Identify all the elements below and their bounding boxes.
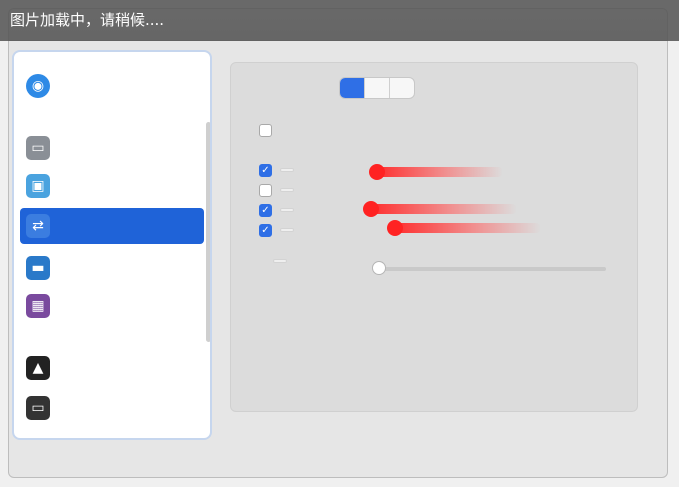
checkbox-4[interactable]: ✓ <box>259 223 272 237</box>
sidebar-footer <box>28 448 218 462</box>
network-icon: ⇄ <box>26 214 50 238</box>
checkbox-row-0[interactable] <box>259 121 280 139</box>
arrow-head-icon <box>387 220 403 236</box>
loading-banner: 图片加载中，请稍候.... <box>0 0 679 41</box>
sidebar-item-0[interactable]: ◉ <box>20 68 204 104</box>
slider-knob[interactable] <box>372 261 386 275</box>
sidebar-item-5[interactable]: ▦ <box>20 288 204 324</box>
annotation-arrow-1 <box>369 164 503 180</box>
device-icon: ▭ <box>26 396 50 420</box>
checkbox-label-2 <box>280 188 294 192</box>
tab-0[interactable] <box>340 78 365 98</box>
user-icon: ▲ <box>26 356 50 380</box>
annotation-arrow-2 <box>363 201 517 217</box>
slider-label <box>273 259 287 263</box>
sidebar-item-1[interactable]: ▭ <box>20 130 204 166</box>
arrow-head-icon <box>363 201 379 217</box>
checkbox-row-4[interactable]: ✓ <box>259 221 294 239</box>
sidebar-item-4[interactable]: ▬ <box>20 250 204 286</box>
checkbox-label-4 <box>280 228 294 232</box>
checkbox-row-2[interactable] <box>259 181 294 199</box>
tab-2[interactable] <box>390 78 414 98</box>
checkbox-row-1[interactable]: ✓ <box>259 161 294 179</box>
sidebar: ◉ ▭ ▣ ⇄ ▬ ▦ ▲ ▭ <box>12 50 212 440</box>
checkbox-label-3 <box>280 208 294 212</box>
checkbox-row-3[interactable]: ✓ <box>259 201 294 219</box>
checkbox-3[interactable]: ✓ <box>259 203 272 217</box>
slider-track[interactable] <box>372 261 606 275</box>
display-icon: ▣ <box>26 174 50 198</box>
usb-icon: ▦ <box>26 294 50 318</box>
sidebar-item-7[interactable]: ▭ <box>20 390 204 426</box>
folder-icon: ▬ <box>26 256 50 280</box>
globe-icon: ◉ <box>26 74 50 98</box>
settings-pane: ✓ ✓ ✓ <box>230 62 638 412</box>
tab-1[interactable] <box>365 78 390 98</box>
annotation-arrow-3 <box>387 220 541 236</box>
sidebar-item-2[interactable]: ▣ <box>20 168 204 204</box>
checkbox-label-1 <box>280 168 294 172</box>
hard-drive-icon: ▭ <box>26 136 50 160</box>
arrow-head-icon <box>369 164 385 180</box>
checkbox-2[interactable] <box>259 183 272 197</box>
tab-bar <box>339 77 415 99</box>
sidebar-scrollbar[interactable] <box>206 122 210 342</box>
checkbox-0[interactable] <box>259 123 272 137</box>
sidebar-item-3[interactable]: ⇄ <box>20 208 204 244</box>
checkbox-1[interactable]: ✓ <box>259 163 272 177</box>
sidebar-item-6[interactable]: ▲ <box>20 350 204 386</box>
